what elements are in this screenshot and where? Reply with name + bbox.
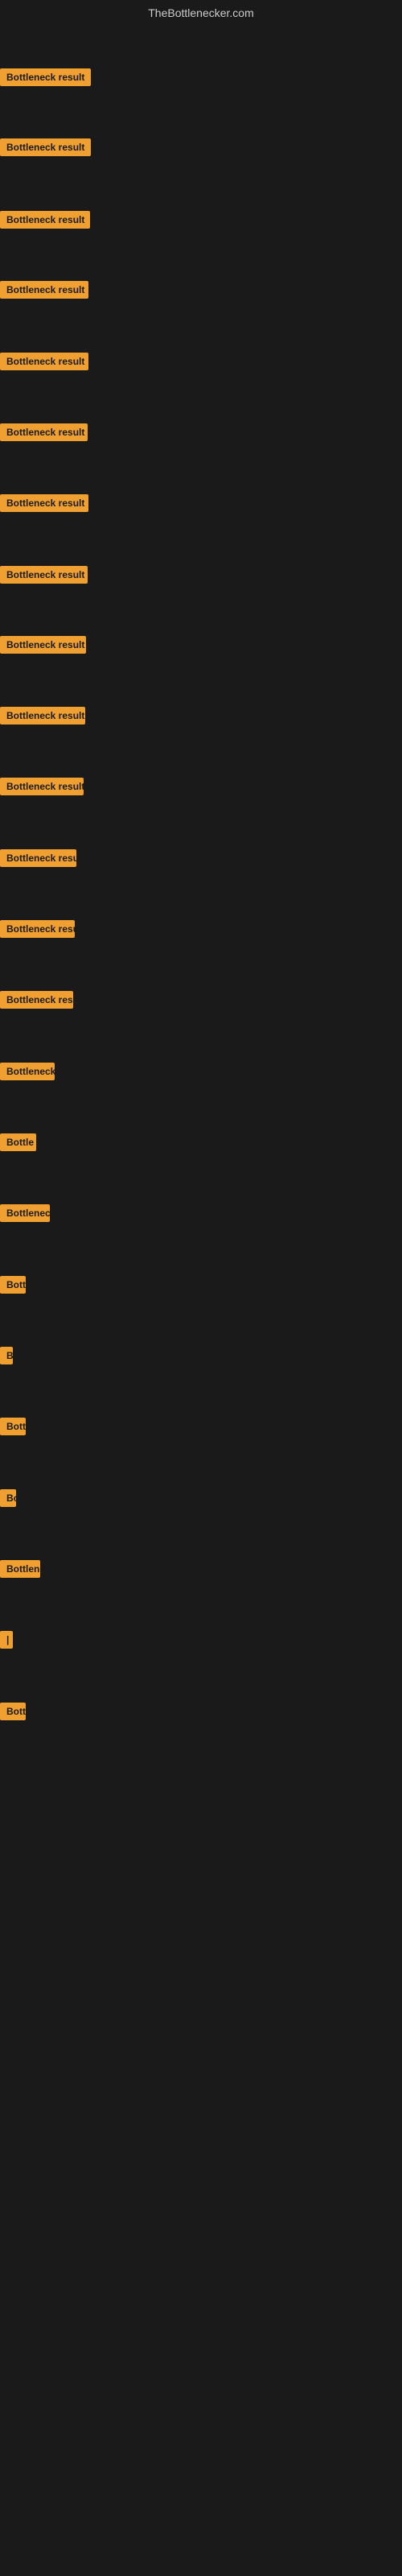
bottleneck-item: Bottleneck result bbox=[0, 566, 88, 588]
bottleneck-badge[interactable]: Bott bbox=[0, 1276, 26, 1294]
bottleneck-badge[interactable]: Bottleneck bbox=[0, 1063, 55, 1080]
bottleneck-item: Bottleneck resu bbox=[0, 991, 73, 1013]
bottleneck-badge[interactable]: Bottleneck result bbox=[0, 707, 85, 724]
bottleneck-item: Bottleneck result bbox=[0, 707, 85, 729]
bottleneck-badge[interactable]: Bottle bbox=[0, 1133, 36, 1151]
bottleneck-badge[interactable]: Bottleneck result bbox=[0, 566, 88, 584]
site-title: TheBottlenecker.com bbox=[0, 0, 402, 23]
bottleneck-badge[interactable]: Bo bbox=[0, 1489, 16, 1507]
bottleneck-badge[interactable]: Bottleneck result bbox=[0, 636, 86, 654]
bottleneck-badge[interactable]: Bottleneck resu bbox=[0, 991, 73, 1009]
bottleneck-badge[interactable]: | bbox=[0, 1631, 13, 1649]
bottleneck-item: | bbox=[0, 1631, 13, 1653]
bottleneck-badge[interactable]: Bott bbox=[0, 1703, 26, 1720]
bottleneck-badge[interactable]: Bottleneck result bbox=[0, 423, 88, 441]
bottleneck-item: Bottleneck result bbox=[0, 211, 90, 233]
bottleneck-item: Bottleneck result bbox=[0, 636, 86, 658]
bottleneck-item: Bottleneck result bbox=[0, 494, 88, 516]
bottleneck-item: Bottlen bbox=[0, 1560, 40, 1582]
bottleneck-badge[interactable]: Bottleneck result bbox=[0, 138, 91, 156]
bottleneck-badge[interactable]: Bott bbox=[0, 1418, 26, 1435]
bottleneck-item: Bottleneck bbox=[0, 1063, 55, 1084]
bottleneck-item: Bo bbox=[0, 1489, 16, 1511]
bottleneck-badge[interactable]: Bottleneck result bbox=[0, 211, 90, 229]
bottleneck-badge[interactable]: Bottleneck result bbox=[0, 68, 91, 86]
bottleneck-badge[interactable]: Bottleneck result bbox=[0, 353, 88, 370]
bottleneck-item: Bottleneck resu bbox=[0, 920, 75, 942]
bottleneck-badge[interactable]: Bottleneck result bbox=[0, 494, 88, 512]
bottleneck-badge[interactable]: Bottleneck resu bbox=[0, 920, 75, 938]
bottleneck-badge[interactable]: Bottleneck result bbox=[0, 281, 88, 299]
bottleneck-item: Bottleneck result bbox=[0, 138, 91, 160]
bottleneck-badge[interactable]: Bottlenec bbox=[0, 1204, 50, 1222]
bottleneck-item: Bottlenec bbox=[0, 1204, 50, 1226]
bottleneck-item: Bottleneck result bbox=[0, 778, 84, 799]
bottleneck-item: B bbox=[0, 1347, 13, 1368]
bottleneck-item: Bott bbox=[0, 1276, 26, 1298]
bottleneck-item: Bottleneck result bbox=[0, 68, 91, 90]
bottleneck-item: Bottle bbox=[0, 1133, 36, 1155]
bottleneck-item: Bottleneck resu bbox=[0, 849, 76, 871]
bottleneck-badge[interactable]: Bottleneck result bbox=[0, 778, 84, 795]
bottleneck-badge[interactable]: Bottleneck resu bbox=[0, 849, 76, 867]
bottleneck-badge[interactable]: B bbox=[0, 1347, 13, 1364]
bottleneck-item: Bottleneck result bbox=[0, 281, 88, 303]
bottleneck-item: Bott bbox=[0, 1418, 26, 1439]
bottleneck-item: Bott bbox=[0, 1703, 26, 1724]
bottleneck-badge[interactable]: Bottlen bbox=[0, 1560, 40, 1578]
bottleneck-item: Bottleneck result bbox=[0, 353, 88, 374]
bottleneck-item: Bottleneck result bbox=[0, 423, 88, 445]
